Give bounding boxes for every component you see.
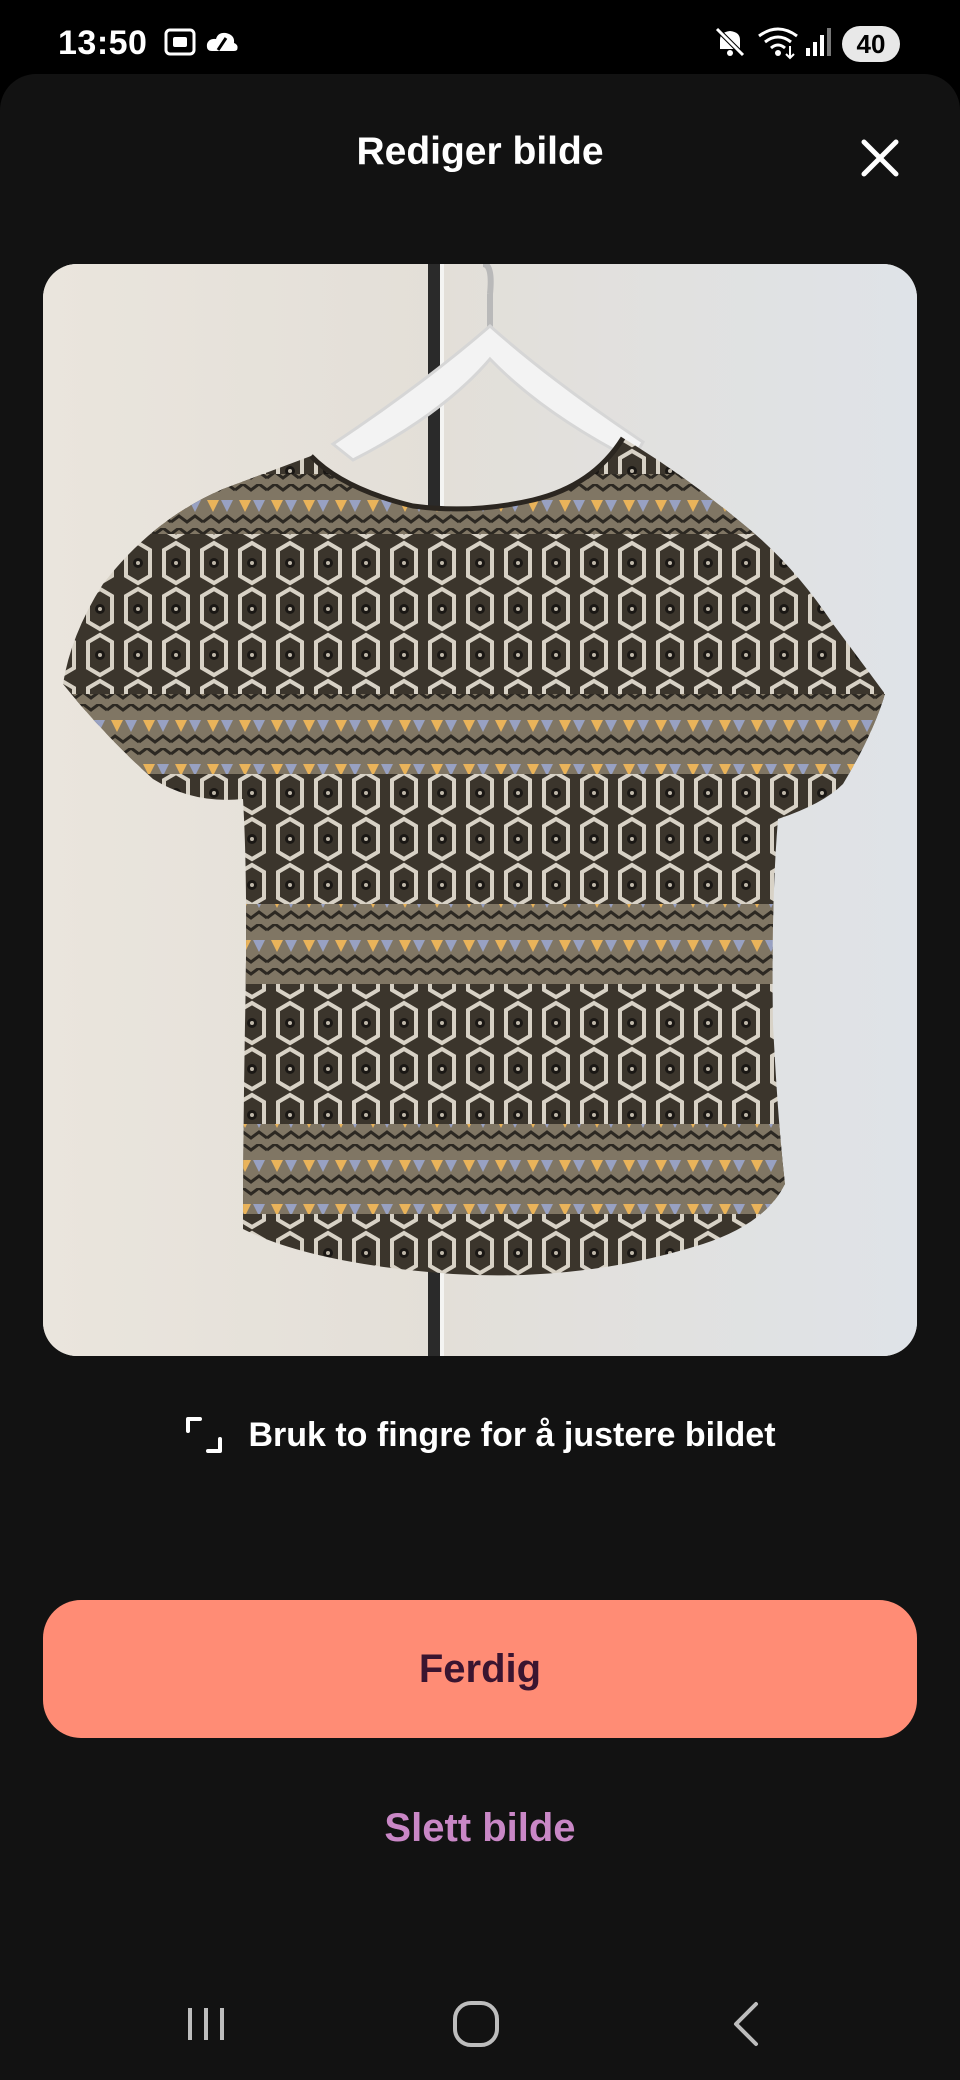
screenshot-icon (164, 28, 196, 56)
adjust-hint: Bruk to fingre for å justere bildet (0, 1410, 960, 1460)
home-icon[interactable] (446, 1994, 506, 2054)
done-button[interactable]: Ferdig (43, 1600, 917, 1738)
signal-icon (806, 28, 831, 56)
recent-apps-icon[interactable] (176, 1994, 236, 2054)
status-time: 13:50 (58, 24, 148, 62)
battery-indicator: 40 (842, 26, 900, 62)
status-bar: 13:50 40 (0, 0, 960, 72)
battery-level: 40 (856, 28, 886, 59)
photo-preview[interactable] (43, 264, 917, 1356)
wifi-icon (758, 27, 798, 60)
mute-icon (715, 27, 745, 57)
dialog-title: Rediger bilde (356, 130, 604, 173)
blouse-photo (43, 264, 917, 1356)
cloud-icon (206, 32, 238, 51)
adjust-hint-text: Bruk to fingre for å justere bildet (248, 1415, 776, 1454)
back-icon[interactable] (716, 1994, 776, 2054)
close-icon[interactable] (856, 134, 904, 182)
system-nav-bar (0, 1964, 960, 2080)
done-button-label: Ferdig (418, 1646, 542, 1691)
delete-image-button[interactable]: Slett bilde (280, 1796, 680, 1860)
crop-adjust-icon (186, 1417, 223, 1453)
